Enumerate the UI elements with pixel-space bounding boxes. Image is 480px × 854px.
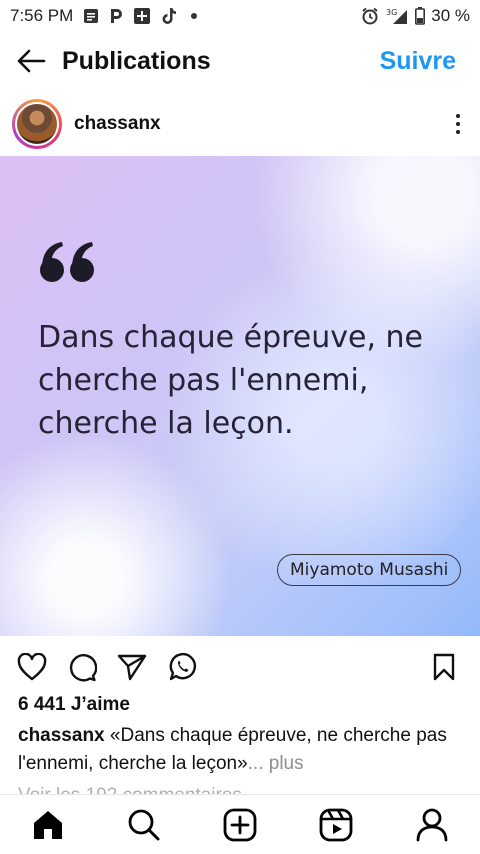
caption-more-link[interactable]: ... plus bbox=[248, 753, 304, 774]
reels-icon[interactable] bbox=[316, 805, 356, 845]
share-icon[interactable] bbox=[116, 651, 148, 683]
quote-text: Dans chaque épreuve, ne cherche pas l'en… bbox=[38, 320, 424, 441]
post-actions bbox=[0, 646, 480, 688]
home-icon[interactable] bbox=[28, 805, 68, 845]
create-icon[interactable] bbox=[220, 805, 260, 845]
bookmark-icon[interactable] bbox=[428, 651, 460, 683]
alarm-icon bbox=[361, 7, 379, 25]
status-time: 7:56 PM bbox=[10, 6, 74, 25]
p-icon bbox=[109, 8, 123, 24]
whatsapp-icon[interactable] bbox=[166, 651, 198, 683]
status-right: 3G 30 % bbox=[361, 6, 470, 26]
plus-box-icon bbox=[133, 7, 151, 25]
more-options-icon[interactable] bbox=[448, 114, 468, 134]
battery-percent: 30 % bbox=[431, 6, 470, 25]
tiktok-icon bbox=[161, 7, 177, 25]
back-arrow-icon[interactable] bbox=[14, 44, 48, 78]
post-author-row: chassanx bbox=[0, 96, 480, 152]
battery-icon bbox=[415, 7, 426, 25]
note-icon bbox=[83, 8, 99, 24]
header: Publications Suivre bbox=[0, 36, 480, 86]
bottom-nav bbox=[0, 794, 480, 854]
svg-text:3G: 3G bbox=[386, 8, 397, 17]
quote-mark-icon bbox=[38, 240, 98, 286]
profile-icon[interactable] bbox=[412, 805, 452, 845]
post-image[interactable]: Dans chaque épreuve, ne cherche pas l'en… bbox=[0, 156, 480, 636]
avatar[interactable] bbox=[12, 99, 62, 149]
search-icon[interactable] bbox=[124, 805, 164, 845]
post-caption: chassanx «Dans chaque épreuve, ne cherch… bbox=[18, 722, 464, 778]
status-left: 7:56 PM bbox=[10, 6, 198, 26]
page-title: Publications bbox=[62, 46, 211, 75]
status-bar: 7:56 PM 3G 30 % bbox=[0, 0, 480, 32]
avatar-image bbox=[15, 102, 59, 146]
dot-icon bbox=[191, 13, 198, 19]
likes-count[interactable]: 6 441 J’aime bbox=[18, 694, 130, 716]
signal-icon: 3G bbox=[385, 7, 409, 25]
quote-author-badge: Miyamoto Musashi bbox=[277, 554, 462, 586]
follow-button[interactable]: Suivre bbox=[380, 47, 456, 76]
comment-icon[interactable] bbox=[66, 651, 98, 683]
caption-username[interactable]: chassanx bbox=[18, 725, 105, 746]
author-username[interactable]: chassanx bbox=[74, 113, 161, 135]
heart-icon[interactable] bbox=[16, 651, 48, 683]
